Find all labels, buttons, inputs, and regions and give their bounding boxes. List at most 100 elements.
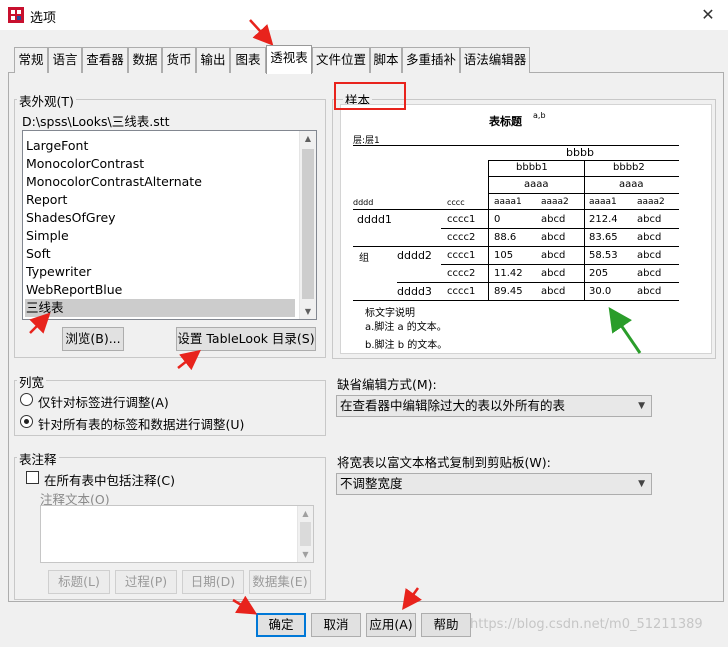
col-header-aaaa1: aaaa1 xyxy=(494,197,522,207)
scroll-thumb[interactable] xyxy=(300,522,311,546)
tab-file-locations[interactable]: 文件位置 xyxy=(312,47,370,73)
cell-value: abcd xyxy=(541,250,566,261)
copy-wide-label: 将宽表以富文本格式复制到剪贴板(W): xyxy=(337,455,551,470)
sample-table-preview: 表标题 a,b 层:层1 bbbb bbbb1 bbbb2 aaaa aaaa … xyxy=(340,104,712,354)
sample-footnote-b: b.脚注 b 的文本。 xyxy=(365,340,448,351)
cell-value: 11.42 xyxy=(494,268,523,279)
edit-mode-label: 缺省编辑方式(M): xyxy=(337,377,437,392)
row-rule xyxy=(441,264,679,265)
list-item[interactable]: Soft xyxy=(25,245,295,263)
scroll-thumb[interactable] xyxy=(302,149,314,299)
cell-value: 205 xyxy=(589,268,609,279)
col-header-bbbb: bbbb xyxy=(566,146,594,159)
comment-scrollbar[interactable]: ▲ ▼ xyxy=(297,506,313,562)
cell-value: 30.0 xyxy=(589,286,612,297)
row-rule xyxy=(441,228,679,229)
scroll-down-icon[interactable]: ▼ xyxy=(300,304,316,319)
title-button[interactable]: 标题(L) xyxy=(48,570,110,594)
close-icon[interactable]: ✕ xyxy=(696,4,720,26)
table-looks-list[interactable]: LargeFont MonocolorContrast MonocolorCon… xyxy=(22,130,317,320)
row-header-dddd: dddd xyxy=(353,198,374,207)
list-item[interactable]: Typewriter xyxy=(25,263,295,281)
radio-labels-only[interactable] xyxy=(20,393,33,406)
cell-value: abcd xyxy=(637,214,662,225)
list-item-selected[interactable]: 三线表 xyxy=(25,299,295,317)
tab-multiple-imputation[interactable]: 多重插补 xyxy=(402,47,460,73)
dataset-button[interactable]: 数据集(E) xyxy=(249,570,311,594)
cell-value: abcd xyxy=(541,214,566,225)
cell-value: abcd xyxy=(541,286,566,297)
cell-value: 0 xyxy=(494,214,501,225)
radio-labels-and-data-label: 针对所有表的标签和数据进行调整(U) xyxy=(38,417,245,432)
scroll-down-icon[interactable]: ▼ xyxy=(298,547,313,562)
row-label-group: 组 xyxy=(359,253,369,264)
procedure-button[interactable]: 过程(P) xyxy=(115,570,177,594)
window-title: 选项 xyxy=(30,11,57,26)
cell-value: abcd xyxy=(637,250,662,261)
edit-mode-select[interactable]: 在查看器中编辑除过大的表以外所有的表 ▼ xyxy=(336,395,652,417)
list-scrollbar[interactable]: ▲ ▼ xyxy=(299,131,316,319)
tab-general[interactable]: 常规 xyxy=(14,47,48,73)
row-header-cccc: cccc xyxy=(447,198,465,207)
title-bar: 选项 ✕ xyxy=(0,0,728,30)
include-comment-checkbox[interactable] xyxy=(26,471,39,484)
list-item[interactable]: Report xyxy=(25,191,295,209)
col-header-bbbb1: bbbb1 xyxy=(516,162,548,173)
list-item[interactable]: LargeFont xyxy=(25,137,295,155)
scroll-up-icon[interactable]: ▲ xyxy=(298,506,313,521)
spss-app-icon xyxy=(8,7,24,23)
table-comment-label: 表注释 xyxy=(17,449,59,468)
cell-value: 88.6 xyxy=(494,232,517,243)
sample-footnote-a: a.脚注 a 的文本。 xyxy=(365,322,447,333)
col-header-aaaa: aaaa xyxy=(619,179,644,190)
row-label-dddd3: dddd3 xyxy=(397,285,432,298)
ok-button[interactable]: 确定 xyxy=(256,613,306,637)
row-rule xyxy=(353,246,679,247)
tab-pivot-tables[interactable]: 透视表 xyxy=(266,45,312,74)
cell-value: abcd xyxy=(637,268,662,279)
set-tablelook-directory-button[interactable]: 设置 TableLook 目录(S) xyxy=(176,327,316,351)
tab-charts[interactable]: 图表 xyxy=(230,47,266,73)
vertical-rule xyxy=(488,160,489,300)
list-item[interactable]: MonocolorContrastAlternate xyxy=(25,173,295,191)
bottom-rule xyxy=(353,300,679,301)
tab-scripts[interactable]: 脚本 xyxy=(370,47,402,73)
watermark: https://blog.csdn.net/m0_51211389 xyxy=(470,617,703,632)
row-label-cccc2: cccc2 xyxy=(447,268,476,279)
copy-wide-select[interactable]: 不调整宽度 ▼ xyxy=(336,473,652,495)
tab-syntax-editor[interactable]: 语法编辑器 xyxy=(460,47,530,73)
cancel-button[interactable]: 取消 xyxy=(311,613,361,637)
browse-button[interactable]: 浏览(B)... xyxy=(62,327,124,351)
top-rule xyxy=(353,145,679,146)
cell-value: 105 xyxy=(494,250,514,261)
comment-textarea[interactable]: ▲ ▼ xyxy=(40,505,314,563)
sample-title: 表标题 xyxy=(489,115,522,128)
apply-button[interactable]: 应用(A) xyxy=(366,613,416,637)
cell-value: abcd xyxy=(637,286,662,297)
list-item[interactable]: Simple xyxy=(25,227,295,245)
row-label-dddd2: dddd2 xyxy=(397,249,432,262)
sample-caption: 标文字说明 xyxy=(365,308,415,319)
column-widths-label: 列宽 xyxy=(17,372,47,391)
tab-viewer[interactable]: 查看器 xyxy=(82,47,128,73)
cell-value: 89.45 xyxy=(494,286,523,297)
tab-output[interactable]: 输出 xyxy=(196,47,230,73)
table-look-path: D:\spss\Looks\三线表.stt xyxy=(22,114,170,129)
radio-labels-and-data[interactable] xyxy=(20,415,33,428)
tab-language[interactable]: 语言 xyxy=(48,47,82,73)
list-item[interactable]: MonocolorContrast xyxy=(25,155,295,173)
sample-title-sup: a,b xyxy=(533,111,546,120)
help-button[interactable]: 帮助 xyxy=(421,613,471,637)
list-item[interactable]: ShadesOfGrey xyxy=(25,209,295,227)
date-button[interactable]: 日期(D) xyxy=(182,570,244,594)
edit-mode-value: 在查看器中编辑除过大的表以外所有的表 xyxy=(340,398,566,413)
cell-value: 83.65 xyxy=(589,232,618,243)
scroll-up-icon[interactable]: ▲ xyxy=(300,131,316,146)
include-comment-label: 在所有表中包括注释(C) xyxy=(44,473,175,488)
header-bottom-rule xyxy=(353,209,679,210)
list-item[interactable]: WebReportBlue xyxy=(25,281,295,299)
copy-wide-value: 不调整宽度 xyxy=(340,476,403,491)
dropdown-arrow-icon: ▼ xyxy=(638,401,645,411)
tab-currency[interactable]: 货币 xyxy=(162,47,196,73)
tab-data[interactable]: 数据 xyxy=(128,47,162,73)
